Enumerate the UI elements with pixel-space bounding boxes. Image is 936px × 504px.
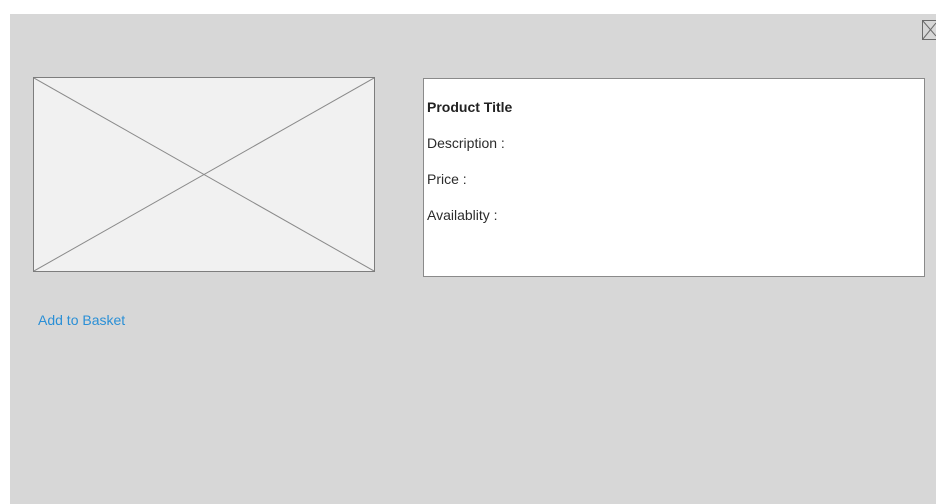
- add-to-basket-link[interactable]: Add to Basket: [38, 312, 125, 328]
- availability-label: Availablity :: [427, 207, 498, 223]
- price-label: Price :: [427, 171, 467, 187]
- close-button[interactable]: [922, 20, 936, 40]
- image-placeholder-icon: [34, 78, 374, 271]
- description-label: Description :: [427, 135, 505, 151]
- product-details-panel: Product Title Description : Price : Avai…: [423, 78, 925, 277]
- close-icon: [922, 20, 936, 40]
- product-image-placeholder: [33, 77, 375, 272]
- product-title: Product Title: [427, 99, 513, 115]
